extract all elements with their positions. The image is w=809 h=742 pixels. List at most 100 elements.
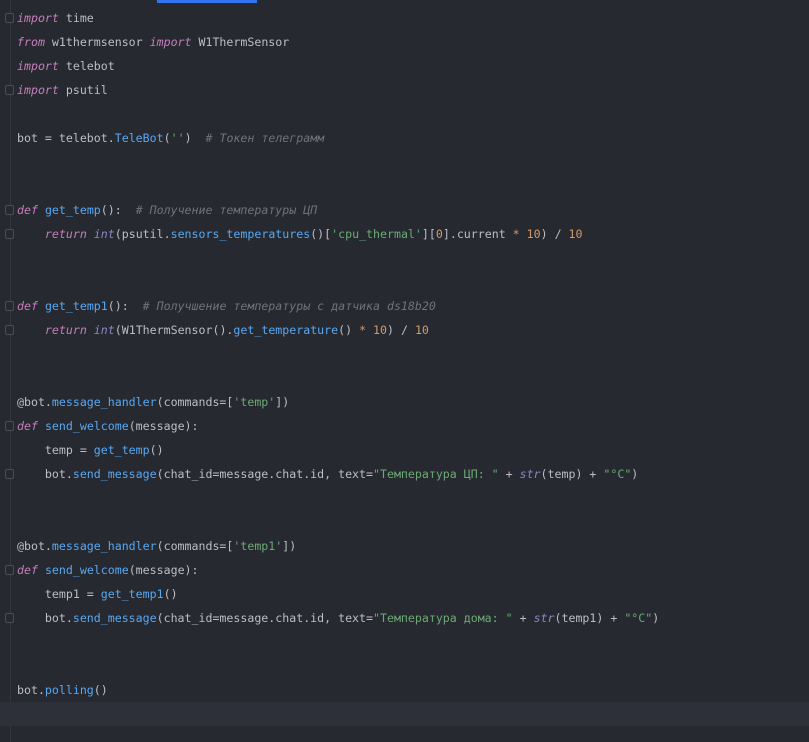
code-token: (message): bbox=[128, 419, 199, 433]
code-token: ].current bbox=[442, 227, 513, 241]
code-token: (chat_id=message.chat.id, text= bbox=[156, 467, 373, 481]
code-token: send_message bbox=[72, 611, 157, 625]
code-token: ][ bbox=[421, 227, 436, 241]
code-line[interactable] bbox=[0, 342, 809, 366]
fold-marker-icon[interactable] bbox=[5, 229, 14, 239]
code-token: psutil bbox=[58, 83, 108, 97]
fold-marker-icon[interactable] bbox=[5, 421, 14, 431]
code-line[interactable]: def get_temp1(): # Получшение температур… bbox=[0, 294, 809, 318]
code-line[interactable] bbox=[0, 270, 809, 294]
code-token: (psutil. bbox=[114, 227, 171, 241]
code-token: get_temp bbox=[44, 203, 101, 217]
code-token: return bbox=[44, 227, 87, 241]
code-line[interactable] bbox=[0, 150, 809, 174]
code-token: () bbox=[338, 323, 360, 337]
code-token: str bbox=[519, 467, 541, 481]
code-token: () bbox=[93, 683, 108, 697]
code-token: @bot. bbox=[17, 395, 52, 409]
code-line[interactable] bbox=[0, 654, 809, 678]
code-token: import bbox=[17, 11, 59, 25]
code-token: 'temp' bbox=[233, 395, 276, 409]
code-token: int bbox=[93, 227, 115, 241]
code-line[interactable]: def get_temp(): # Получение температуры … bbox=[0, 198, 809, 222]
code-token: def bbox=[17, 419, 38, 433]
code-token: (message): bbox=[128, 563, 199, 577]
code-line[interactable] bbox=[0, 630, 809, 654]
code-token: get_temp1 bbox=[100, 587, 164, 601]
code-line[interactable]: temp = get_temp() bbox=[0, 438, 809, 462]
fold-marker-icon[interactable] bbox=[5, 85, 14, 95]
code-line[interactable]: @bot.message_handler(commands=['temp1']) bbox=[0, 534, 809, 558]
code-token: @bot. bbox=[17, 539, 52, 553]
code-line[interactable] bbox=[0, 174, 809, 198]
code-token: + bbox=[512, 611, 534, 625]
active-tab-indicator bbox=[157, 0, 257, 3]
code-line[interactable] bbox=[0, 510, 809, 534]
code-token: "Температура дома: " bbox=[373, 611, 513, 625]
code-token: W1ThermSensor bbox=[191, 35, 290, 49]
fold-marker-icon[interactable] bbox=[5, 469, 14, 479]
code-token: * bbox=[359, 323, 367, 337]
code-token: send_message bbox=[72, 467, 157, 481]
code-token: from bbox=[17, 35, 45, 49]
code-line[interactable]: from w1thermsensor import W1ThermSensor bbox=[0, 30, 809, 54]
code-line[interactable]: def send_welcome(message): bbox=[0, 558, 809, 582]
fold-marker-icon[interactable] bbox=[5, 205, 14, 215]
code-line[interactable] bbox=[0, 702, 809, 726]
code-token: bot. bbox=[17, 467, 73, 481]
code-token: ()[ bbox=[310, 227, 332, 241]
code-token: + bbox=[498, 467, 520, 481]
code-token: ) bbox=[631, 467, 639, 481]
code-token: def bbox=[17, 563, 38, 577]
code-token: ) bbox=[184, 131, 206, 145]
code-line[interactable]: import time bbox=[0, 6, 809, 30]
fold-marker-icon[interactable] bbox=[5, 565, 14, 575]
code-line[interactable]: @bot.message_handler(commands=['temp']) bbox=[0, 390, 809, 414]
code-token: time bbox=[58, 11, 94, 25]
code-token: "°C" bbox=[603, 467, 632, 481]
code-line[interactable]: bot.polling() bbox=[0, 678, 809, 702]
code-line[interactable]: import psutil bbox=[0, 78, 809, 102]
code-line[interactable] bbox=[0, 246, 809, 270]
code-token: message_handler bbox=[51, 395, 157, 409]
fold-marker-icon[interactable] bbox=[5, 301, 14, 311]
code-line[interactable] bbox=[0, 102, 809, 126]
fold-marker-icon[interactable] bbox=[5, 325, 14, 335]
code-line[interactable]: bot.send_message(chat_id=message.chat.id… bbox=[0, 462, 809, 486]
fold-marker-icon[interactable] bbox=[5, 13, 14, 23]
code-token: TeleBot bbox=[114, 131, 164, 145]
code-editor[interactable]: import time from w1thermsensor import W1T… bbox=[0, 6, 809, 726]
code-line[interactable] bbox=[0, 366, 809, 390]
code-token: 10 bbox=[414, 323, 429, 337]
code-token: (temp) + bbox=[540, 467, 604, 481]
code-token: ) / bbox=[387, 323, 415, 337]
code-token: ) / bbox=[540, 227, 569, 241]
code-token: message_handler bbox=[51, 539, 157, 553]
code-line[interactable]: bot = telebot.TeleBot('') # Токен телегр… bbox=[0, 126, 809, 150]
code-token: polling bbox=[44, 683, 94, 697]
code-line[interactable]: return int(psutil.sensors_temperatures()… bbox=[0, 222, 809, 246]
code-token: 10 bbox=[568, 227, 583, 241]
code-token: (W1ThermSensor(). bbox=[114, 323, 234, 337]
code-line[interactable] bbox=[0, 486, 809, 510]
code-token: (commands=[ bbox=[156, 539, 234, 553]
code-token: ]) bbox=[275, 395, 290, 409]
code-token: ) bbox=[652, 611, 660, 625]
code-token: bot. bbox=[17, 683, 45, 697]
fold-marker-icon[interactable] bbox=[5, 613, 14, 623]
code-line[interactable]: def send_welcome(message): bbox=[0, 414, 809, 438]
code-line[interactable]: temp1 = get_temp1() bbox=[0, 582, 809, 606]
code-token: w1thermsensor bbox=[44, 35, 150, 49]
code-token: (): bbox=[100, 203, 136, 217]
code-token: get_temperature bbox=[233, 323, 339, 337]
code-line[interactable]: import telebot bbox=[0, 54, 809, 78]
code-line[interactable]: bot.send_message(chat_id=message.chat.id… bbox=[0, 606, 809, 630]
code-token: bot. bbox=[17, 611, 73, 625]
code-line[interactable]: return int(W1ThermSensor().get_temperatu… bbox=[0, 318, 809, 342]
